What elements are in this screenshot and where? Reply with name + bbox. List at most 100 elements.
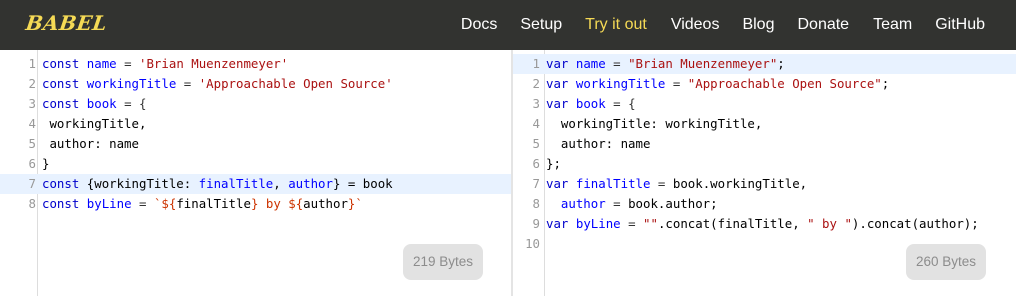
line-text: var finalTitle = book.workingTitle, <box>546 174 807 194</box>
output-code-line[interactable]: 3 var book = { <box>513 94 1016 114</box>
nav-donate[interactable]: Donate <box>797 0 849 50</box>
input-code-line[interactable]: 8 const byLine = `${finalTitle} by ${auth… <box>0 194 511 214</box>
line-text: workingTitle, <box>42 114 146 134</box>
nav-team[interactable]: Team <box>873 0 912 50</box>
code-token: } by ${ <box>250 196 304 211</box>
code-token: var <box>546 176 569 191</box>
code-token: "Approachable Open Source" <box>687 76 882 91</box>
code-token: book.workingTitle, <box>672 176 808 191</box>
line-number: 1 <box>28 56 36 71</box>
line-text: const workingTitle = 'Approachable Open … <box>42 74 393 94</box>
code-token: = { <box>605 96 636 111</box>
code-token: }; <box>546 156 561 171</box>
code-token: author: name <box>42 136 139 151</box>
nav-docs[interactable]: Docs <box>461 0 497 50</box>
input-editor[interactable]: 1 const name = 'Brian Muenzenmeyer' 2 const… <box>0 50 511 296</box>
line-text: author: name <box>42 134 139 154</box>
code-token: ).concat(author); <box>851 216 979 231</box>
code-token: }` <box>347 196 363 211</box>
input-code-line[interactable]: 4 workingTitle, <box>0 114 511 134</box>
output-code-line[interactable]: 2 var workingTitle = "Approachable Open S… <box>513 74 1016 94</box>
code-token: finalTitle <box>575 176 651 191</box>
code-token: = <box>176 76 199 91</box>
code-token: workingTitle <box>575 76 666 91</box>
code-token: , <box>273 176 289 191</box>
nav-github[interactable]: GitHub <box>935 0 985 50</box>
line-text: var byLine = "".concat(finalTitle, " by … <box>546 214 979 234</box>
code-token: name <box>86 56 117 71</box>
input-size-badge: 219 Bytes <box>403 244 484 280</box>
output-code[interactable]: 1 var name = "Brian Muenzenmeyer"; 2 var wo… <box>513 54 1016 254</box>
input-code-line[interactable]: 2 const workingTitle = 'Approachable Open… <box>0 74 511 94</box>
line-number: 1 <box>532 56 540 71</box>
output-editor[interactable]: 1 var name = "Brian Muenzenmeyer"; 2 var wo… <box>513 50 1016 296</box>
code-token: name <box>575 56 606 71</box>
code-token: "Brian Muenzenmeyer" <box>628 56 778 71</box>
code-token: author <box>288 176 333 191</box>
output-code-line[interactable]: 5 author: name <box>513 134 1016 154</box>
nav-setup[interactable]: Setup <box>520 0 562 50</box>
input-code-line[interactable]: 6} <box>0 154 511 174</box>
code-token: workingTitle, <box>42 116 147 131</box>
code-token: = <box>131 196 154 211</box>
input-code-line[interactable]: 7 const {workingTitle: finalTitle, author… <box>0 174 511 194</box>
code-token: "" <box>643 216 658 231</box>
code-token: ; <box>777 56 785 71</box>
line-number: 6 <box>28 156 36 171</box>
code-token: = { <box>116 96 147 111</box>
nav-try-it-out[interactable]: Try it out <box>585 0 647 50</box>
output-code-line[interactable]: 7 var finalTitle = book.workingTitle, <box>513 174 1016 194</box>
code-token: var <box>546 56 569 71</box>
line-text: const book = { <box>42 94 146 114</box>
line-number: 7 <box>532 176 540 191</box>
output-code-line[interactable]: 6}; <box>513 154 1016 174</box>
output-code-line[interactable]: 9 var byLine = "".concat(finalTitle, " by… <box>513 214 1016 234</box>
input-code[interactable]: 1 const name = 'Brian Muenzenmeyer' 2 const… <box>0 54 511 214</box>
nav-blog[interactable]: Blog <box>742 0 774 50</box>
code-token: book <box>86 96 117 111</box>
code-token: var <box>546 76 569 91</box>
input-code-line[interactable]: 5 author: name <box>0 134 511 154</box>
line-number: 7 <box>28 176 36 191</box>
code-token: author: name <box>546 136 651 151</box>
line-number: 9 <box>532 216 540 231</box>
output-code-line[interactable]: 1 var name = "Brian Muenzenmeyer"; <box>513 54 1016 74</box>
nav-videos[interactable]: Videos <box>671 0 720 50</box>
output-code-line[interactable]: 8 author = book.author; <box>513 194 1016 214</box>
code-token: const <box>42 76 80 91</box>
output-size-badge: 260 Bytes <box>906 244 987 280</box>
line-text: const byLine = `${finalTitle} by ${autho… <box>42 194 363 214</box>
line-number: 5 <box>28 136 36 151</box>
line-text: author: name <box>546 134 651 154</box>
line-number: 8 <box>28 196 36 211</box>
line-number: 6 <box>532 156 540 171</box>
code-token: finalTitle <box>176 196 251 211</box>
output-code-line[interactable]: 4 workingTitle: workingTitle, <box>513 114 1016 134</box>
code-token: = <box>605 56 629 71</box>
line-text: author = book.author; <box>546 194 718 214</box>
code-token: 'Brian Muenzenmeyer' <box>139 56 289 71</box>
code-token: workingTitle <box>86 76 177 91</box>
code-token: const <box>42 176 80 191</box>
code-token: author <box>560 196 606 211</box>
babel-logo[interactable]: BABEL <box>24 11 109 35</box>
main-nav: Docs Setup Try it out Videos Blog Donate… <box>461 0 1016 50</box>
code-token: = <box>665 76 688 91</box>
line-text: const name = 'Brian Muenzenmeyer' <box>42 54 288 74</box>
code-token: 'Approachable Open Source' <box>198 76 393 91</box>
code-token: const <box>42 96 80 111</box>
input-code-line[interactable]: 1 const name = 'Brian Muenzenmeyer' <box>0 54 511 74</box>
code-token: const <box>42 56 80 71</box>
line-text: workingTitle: workingTitle, <box>546 114 762 134</box>
line-number: 4 <box>532 116 540 131</box>
line-number: 10 <box>525 236 540 251</box>
code-token: } = book <box>332 176 393 191</box>
line-text: }; <box>546 154 561 174</box>
input-code-line[interactable]: 3 const book = { <box>0 94 511 114</box>
